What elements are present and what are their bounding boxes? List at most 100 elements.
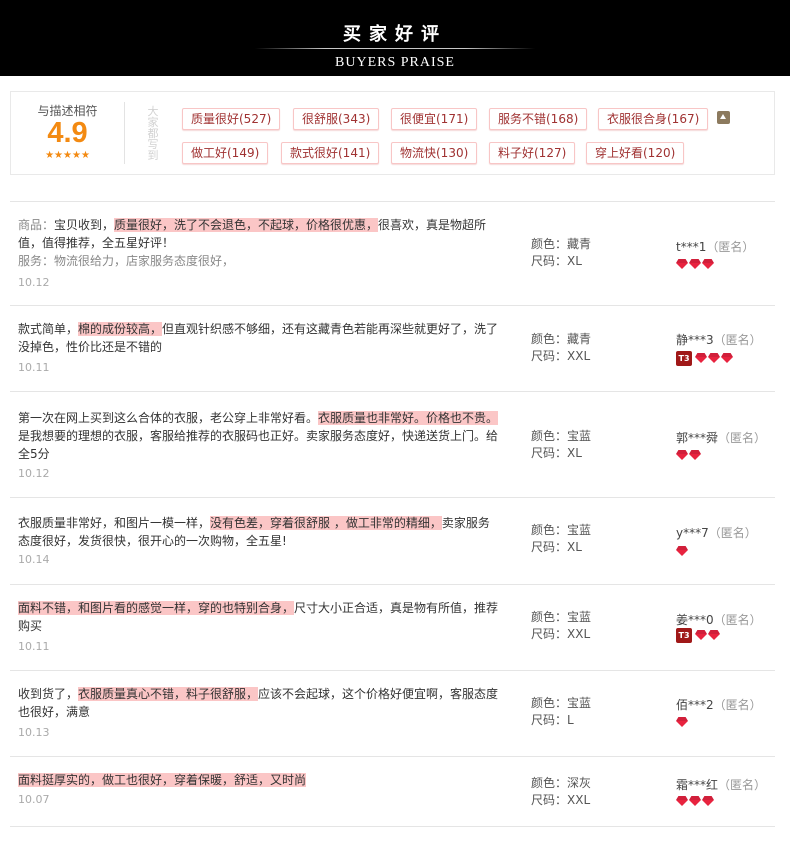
sku-size: 尺码：XXL (531, 349, 591, 363)
buyer-credit-badges (676, 257, 714, 271)
diamond-icon (689, 450, 701, 460)
review-row: 收到货了，衣服质量真心不错，料子很舒服，应该不会起球，这个价格好便宜啊，客服态度… (10, 671, 775, 757)
anonymous-label: （匿名） (718, 431, 767, 445)
buyer-credit-badges: T3 (676, 350, 733, 366)
reviewer-name: 静***3（匿名） (676, 331, 762, 348)
sku-info: 颜色：深灰尺码：XXL (531, 775, 591, 809)
review-row: 第一次在网上买到这么合体的衣服，老公穿上非常好看。衣服质量也非常好。价格也不贵。… (10, 392, 775, 498)
sku-color: 颜色：藏青 (531, 237, 592, 251)
sku-color: 颜色：宝蓝 (531, 523, 592, 537)
rating-summary-panel: 与描述相符 4.9 ★★★★★ 大家都写到 质量很好(527) 很舒服(343)… (10, 91, 775, 175)
highlighted-phrase: 衣服质量真心不错，料子很舒服， (78, 687, 259, 701)
diamond-icon (676, 259, 688, 269)
review-tag[interactable]: 料子好(127) (489, 142, 576, 164)
review-row: 面料不错，和图片看的感觉一样，穿的也特别合身，尺寸大小正合适，真是物有所值，推荐… (10, 585, 775, 671)
reviewer-nick: 郭***舜 (676, 431, 719, 445)
highlighted-phrase: 质量很好，洗了不会退色，不起球，价格很优惠， (114, 218, 379, 232)
review-tag[interactable]: 很舒服(343) (293, 108, 380, 130)
diamond-icon (676, 796, 688, 806)
review-tag[interactable]: 很便宜(171) (391, 108, 478, 130)
reviewer-name: 姜***0（匿名） (676, 611, 762, 628)
diamond-icon (702, 796, 714, 806)
sku-color: 颜色：宝蓝 (531, 696, 592, 710)
buyer-credit-badges (676, 715, 688, 729)
diamond-icon (721, 353, 733, 363)
review-content: 面料挺厚实的，做工也很好，穿着保暖，舒适，又时尚 (18, 771, 500, 789)
anonymous-label: （匿名） (713, 613, 762, 627)
anonymous-label: （匿名） (713, 698, 762, 712)
review-row: 款式简单，棉的成份较高，但直观针织感不够细，还有这藏青色若能再深些就更好了，洗了… (10, 306, 775, 392)
sku-size: 尺码：XXL (531, 793, 591, 807)
sku-size: 尺码：XXL (531, 627, 591, 641)
review-date: 10.07 (18, 793, 50, 806)
diamond-icon (689, 796, 701, 806)
review-date: 10.11 (18, 361, 50, 374)
review-date: 10.14 (18, 553, 50, 566)
reviewer-nick: t***1 (676, 240, 707, 254)
review-tag[interactable]: 物流快(130) (391, 142, 478, 164)
review-tag[interactable]: 衣服很合身(167) (598, 108, 709, 130)
highlighted-phrase: 没有色差，穿着很舒服 ，做工非常的精细， (210, 516, 442, 530)
buyer-credit-badges (676, 544, 688, 558)
title-divider (255, 48, 535, 49)
diamond-icon (695, 353, 707, 363)
review-tag[interactable]: 穿上好看(120) (586, 142, 685, 164)
tags-side-label: 大家都写到 (147, 105, 159, 162)
sku-size: 尺码：L (531, 713, 574, 727)
sku-color: 颜色：藏青 (531, 332, 592, 346)
highlighted-phrase: 衣服质量也非常好。价格也不贵。 (318, 411, 499, 425)
review-tag[interactable]: 服务不错(168) (489, 108, 588, 130)
review-date: 10.12 (18, 276, 50, 289)
member-level-icon: T3 (676, 627, 692, 643)
sku-info: 颜色：藏青尺码：XL (531, 236, 591, 270)
review-content: 收到货了，衣服质量真心不错，料子很舒服，应该不会起球，这个价格好便宜啊，客服态度… (18, 685, 500, 721)
sku-info: 颜色：宝蓝尺码：L (531, 695, 591, 729)
review-text: 衣服质量非常好，和图片一模一样， (18, 516, 211, 530)
sku-info: 颜色：宝蓝尺码：XL (531, 522, 591, 556)
reviewer-nick: 霜***红 (676, 778, 719, 792)
review-content: 面料不错，和图片看的感觉一样，穿的也特别合身，尺寸大小正合适，真是物有所值，推荐… (18, 599, 500, 635)
sku-info: 颜色：宝蓝 尺码：XXL (531, 609, 591, 643)
review-text: 款式简单， (18, 322, 79, 336)
sku-info: 颜色：藏青尺码：XXL (531, 331, 591, 365)
diamond-icon (689, 259, 701, 269)
buyer-credit-badges (676, 448, 701, 462)
review-text: 收到货了， (18, 687, 79, 701)
sku-size: 尺码：XL (531, 446, 582, 460)
reviewer-name: y***7（匿名） (676, 524, 757, 541)
anonymous-label: （匿名） (713, 333, 762, 347)
review-text: 宝贝收到， (54, 218, 115, 232)
highlighted-phrase: 棉的成份较高， (78, 322, 163, 336)
reviewer-name: 佰***2（匿名） (676, 696, 762, 713)
review-text: 是我想要的理想的衣服，客服给推荐的衣服码也正好。卖家服务态度好，快递送货上门。给… (18, 429, 499, 461)
review-text: 服务： (18, 254, 55, 268)
review-content: 第一次在网上买到这么合体的衣服，老公穿上非常好看。衣服质量也非常好。价格也不贵。… (18, 409, 500, 463)
review-text: 物流很给力，店家服务态度很好， (54, 254, 235, 268)
rating-score: 4.9 (47, 117, 88, 149)
reviewer-nick: 静***3 (676, 333, 714, 347)
review-tag[interactable]: 款式很好(141) (281, 142, 380, 164)
review-tag[interactable]: 做工好(149) (182, 142, 269, 164)
section-subtitle: BUYERS PRAISE (335, 55, 455, 70)
sku-size: 尺码：XL (531, 540, 582, 554)
review-row: 商品：宝贝收到，质量很好，洗了不会退色，不起球，价格很优惠，很喜欢，真是物超所值… (10, 201, 775, 306)
reviewer-name: 霜***红（匿名） (676, 776, 766, 793)
member-level-icon: T3 (676, 350, 692, 366)
diamond-icon (676, 717, 688, 727)
reviewer-nick: 佰***2 (676, 698, 714, 712)
rating-stars: ★★★★★ (45, 150, 90, 161)
diamond-icon (702, 259, 714, 269)
highlighted-phrase: 面料挺厚实的，做工也很好，穿着保暖，舒适，又时尚 (18, 773, 307, 787)
review-tag[interactable]: 质量很好(527) (182, 108, 281, 130)
sku-size: 尺码：XL (531, 254, 582, 268)
buyer-credit-badges (676, 794, 714, 808)
sku-color: 颜色：宝蓝 (531, 429, 592, 443)
anonymous-label: （匿名） (708, 526, 757, 540)
sku-info: 颜色：宝蓝尺码：XL (531, 428, 591, 462)
sku-color: 颜色：深灰 (531, 776, 592, 790)
review-text: 第一次在网上买到这么合体的衣服，老公穿上非常好看。 (18, 411, 319, 425)
chevron-up-icon[interactable] (717, 111, 730, 124)
reviewer-nick: 姜***0 (676, 613, 714, 627)
anonymous-label: （匿名） (706, 240, 755, 254)
review-row: 衣服质量非常好，和图片一模一样，没有色差，穿着很舒服 ，做工非常的精细，卖家服务… (10, 498, 775, 585)
